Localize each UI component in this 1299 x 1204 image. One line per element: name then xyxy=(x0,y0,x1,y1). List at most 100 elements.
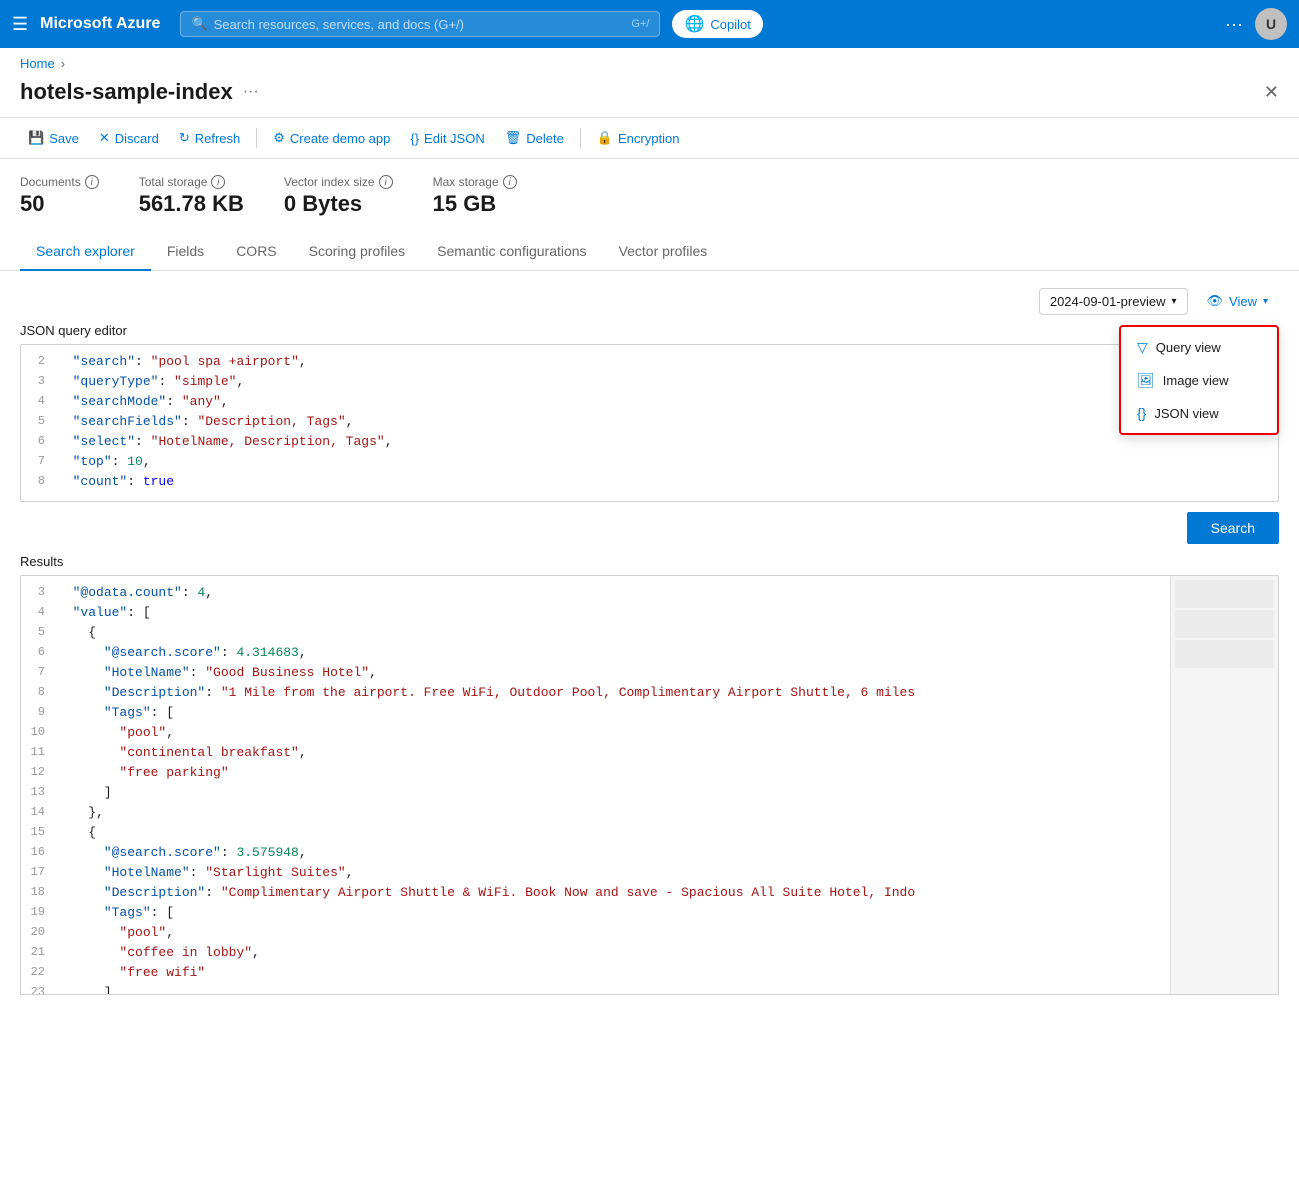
toolbar: 💾 Save ✕ Discard ↻ Refresh ⚙ Create demo… xyxy=(0,117,1299,159)
page-title: hotels-sample-index xyxy=(20,79,233,105)
result-line: 19 "Tags": [ xyxy=(21,904,1170,924)
code-line: 5 "searchFields": "Description, Tags", xyxy=(21,413,1278,433)
code-line: 4 "searchMode": "any", xyxy=(21,393,1278,413)
discard-button[interactable]: ✕ Discard xyxy=(91,126,167,150)
result-line: 22 "free wifi" xyxy=(21,964,1170,984)
result-line: 17 "HotelName": "Starlight Suites", xyxy=(21,864,1170,884)
query-view-icon: ▽ xyxy=(1137,339,1148,356)
search-icon: 🔍 xyxy=(191,16,207,32)
info-icon[interactable]: i xyxy=(503,175,517,189)
chevron-down-icon: ▾ xyxy=(1171,296,1176,307)
result-line: 10 "pool", xyxy=(21,724,1170,744)
nav-right: ··· U xyxy=(1225,8,1287,40)
code-line: 7 "top": 10, xyxy=(21,453,1278,473)
result-line: 5 { xyxy=(21,624,1170,644)
result-line: 6 "@search.score": 4.314683, xyxy=(21,644,1170,664)
brand-name: Microsoft Azure xyxy=(40,15,160,33)
view-dropdown: ▽ Query view 🖼 Image view {} JSON view xyxy=(1119,325,1279,435)
refresh-icon: ↻ xyxy=(179,130,190,146)
discard-icon: ✕ xyxy=(99,130,110,146)
stat-item-vector-index-size: Vector index size i 0 Bytes xyxy=(284,175,393,217)
results-label: Results xyxy=(20,554,1279,569)
breadcrumb: Home › xyxy=(0,48,1299,79)
query-view-item[interactable]: ▽ Query view xyxy=(1121,331,1277,364)
info-icon[interactable]: i xyxy=(211,175,225,189)
tab-vector-profiles[interactable]: Vector profiles xyxy=(603,233,724,271)
delete-icon: 🗑 xyxy=(505,130,522,146)
info-icon[interactable]: i xyxy=(379,175,393,189)
image-view-item[interactable]: 🖼 Image view xyxy=(1121,364,1277,397)
refresh-button[interactable]: ↻ Refresh xyxy=(171,126,248,150)
json-editor[interactable]: 2 "search": "pool spa +airport", 3 "quer… xyxy=(20,344,1279,502)
info-icon[interactable]: i xyxy=(85,175,99,189)
mini-preview-panel xyxy=(1175,580,1274,668)
toolbar-separator xyxy=(256,128,257,148)
tab-semantic-configurations[interactable]: Semantic configurations xyxy=(421,233,602,271)
edit-json-button[interactable]: {} Edit JSON xyxy=(402,127,492,150)
copilot-icon: 🌐 xyxy=(684,14,704,34)
stats-row: Documents i 50 Total storage i 561.78 KB… xyxy=(0,159,1299,233)
page-header: hotels-sample-index ··· ✕ xyxy=(0,79,1299,117)
eye-icon: 👁 xyxy=(1207,293,1224,309)
tabs: Search explorerFieldsCORSScoring profile… xyxy=(0,233,1299,271)
view-chevron-icon: ▾ xyxy=(1263,296,1268,307)
api-version-dropdown[interactable]: 2024-09-01-preview ▾ xyxy=(1039,288,1188,315)
tab-search-explorer[interactable]: Search explorer xyxy=(20,233,151,271)
editor-label: JSON query editor xyxy=(20,323,1279,338)
stat-item-total-storage: Total storage i 561.78 KB xyxy=(139,175,244,217)
search-shortcut: G+/ xyxy=(631,18,649,30)
top-navigation: ☰ Microsoft Azure 🔍 G+/ 🌐 Copilot ··· U xyxy=(0,0,1299,48)
result-line: 9 "Tags": [ xyxy=(21,704,1170,724)
search-btn-row: Search xyxy=(20,512,1279,544)
result-line: 14 }, xyxy=(21,804,1170,824)
tab-scoring-profiles[interactable]: Scoring profiles xyxy=(293,233,422,271)
global-search[interactable]: 🔍 G+/ xyxy=(180,11,660,37)
result-line: 21 "coffee in lobby", xyxy=(21,944,1170,964)
result-line: 3 "@odata.count": 4, xyxy=(21,584,1170,604)
result-line: 7 "HotelName": "Good Business Hotel", xyxy=(21,664,1170,684)
code-line: 6 "select": "HotelName, Description, Tag… xyxy=(21,433,1278,453)
create-demo-app-icon: ⚙ xyxy=(273,130,285,146)
result-line: 23 ] xyxy=(21,984,1170,995)
result-line: 4 "value": [ xyxy=(21,604,1170,624)
code-line: 3 "queryType": "simple", xyxy=(21,373,1278,393)
save-icon: 💾 xyxy=(28,130,44,146)
code-line: 2 "search": "pool spa +airport", xyxy=(21,353,1278,373)
controls-row: 2024-09-01-preview ▾ 👁 View ▾ ▽ Query vi… xyxy=(20,287,1279,315)
more-options-icon[interactable]: ··· xyxy=(1225,14,1243,35)
page-options-icon[interactable]: ··· xyxy=(243,83,259,101)
save-button[interactable]: 💾 Save xyxy=(20,126,87,150)
encryption-icon: 🔒 xyxy=(597,130,613,146)
delete-button[interactable]: 🗑 Delete xyxy=(497,126,572,150)
create-demo-app-button[interactable]: ⚙ Create demo app xyxy=(265,126,398,150)
copilot-button[interactable]: 🌐 Copilot xyxy=(672,10,762,38)
edit-json-icon: {} xyxy=(410,131,419,146)
main-content: 2024-09-01-preview ▾ 👁 View ▾ ▽ Query vi… xyxy=(0,271,1299,1011)
image-view-icon: 🖼 xyxy=(1137,372,1155,389)
result-line: 18 "Description": "Complimentary Airport… xyxy=(21,884,1170,904)
close-button[interactable]: ✕ xyxy=(1264,82,1279,103)
json-view-icon: {} xyxy=(1137,405,1146,421)
encryption-button[interactable]: 🔒 Encryption xyxy=(589,126,688,150)
toolbar-separator-2 xyxy=(580,128,581,148)
user-avatar[interactable]: U xyxy=(1255,8,1287,40)
global-search-input[interactable] xyxy=(214,17,626,32)
result-line: 12 "free parking" xyxy=(21,764,1170,784)
breadcrumb-home[interactable]: Home xyxy=(20,56,55,71)
result-line: 16 "@search.score": 3.575948, xyxy=(21,844,1170,864)
hamburger-icon[interactable]: ☰ xyxy=(12,14,28,35)
result-line: 15 { xyxy=(21,824,1170,844)
view-button[interactable]: 👁 View ▾ xyxy=(1196,287,1280,315)
result-line: 13 ] xyxy=(21,784,1170,804)
tab-cors[interactable]: CORS xyxy=(220,233,292,271)
search-button[interactable]: Search xyxy=(1187,512,1279,544)
breadcrumb-sep: › xyxy=(61,56,65,71)
json-view-item[interactable]: {} JSON view xyxy=(1121,397,1277,429)
code-line: 8 "count": true xyxy=(21,473,1278,493)
result-line: 20 "pool", xyxy=(21,924,1170,944)
stat-item-max-storage: Max storage i 15 GB xyxy=(433,175,517,217)
result-line: 11 "continental breakfast", xyxy=(21,744,1170,764)
tab-fields[interactable]: Fields xyxy=(151,233,220,271)
stat-item-documents: Documents i 50 xyxy=(20,175,99,217)
results-editor[interactable]: 3 "@odata.count": 4, 4 "value": [ 5 { 6 … xyxy=(20,575,1279,995)
